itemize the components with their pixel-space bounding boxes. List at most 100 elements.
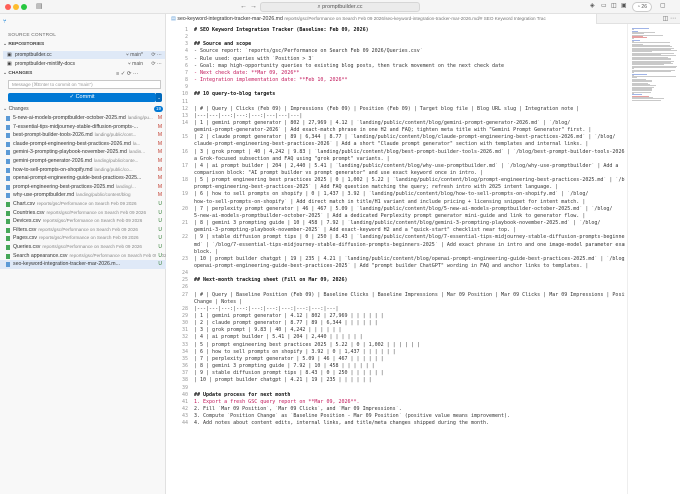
- editor-line[interactable]: 38 | 10 | prompt builder chatgpt | 4.21 |…: [167, 377, 625, 384]
- editor-line[interactable]: 11: [167, 99, 625, 106]
- editor-line[interactable]: 13 |---|---|---:|---:|---:|---|---|---|: [167, 113, 625, 120]
- file-row[interactable]: 7-essential-tips-midjourney-stable-diffu…: [0, 122, 166, 132]
- copilot-icon[interactable]: ◈: [590, 2, 595, 11]
- tab-seo-tracker[interactable]: ▤ seo-keyword-integration-tracker-mar-20…: [167, 14, 597, 24]
- editor-line[interactable]: 42 2. Fill `Mar 09 Position`, `Mar 09 Cli…: [167, 406, 625, 413]
- editor-line[interactable]: 26: [167, 284, 625, 291]
- commit-button[interactable]: ✓ Commit: [8, 93, 156, 102]
- changes-section-header[interactable]: ⌄ CHANGES: [3, 71, 32, 76]
- editor-line[interactable]: 15 | 2 | claude prompt generator | 89 | 6…: [167, 134, 625, 141]
- file-row[interactable]: gemini-3-prompting-playbook-november-202…: [0, 148, 166, 157]
- repo-row-mintlify-docs[interactable]: ▣ promptbuilder-mintlify-docs ⑂ main ⟳ ⋯: [3, 60, 165, 68]
- editor-line[interactable]: 4 - Source report: `reports/gsc/Performan…: [167, 48, 625, 55]
- file-row[interactable]: seo-keyword-integration-tracker-mar-2026…: [0, 260, 166, 269]
- editor-line[interactable]: 44 4. Add notes about content edits, inte…: [167, 420, 625, 427]
- editor-line[interactable]: Change | Notes |: [167, 299, 625, 306]
- editor-line[interactable]: gemini-prompt-generator-2026` | Add exac…: [167, 127, 625, 134]
- editor-line[interactable]: 25 ## Next-month tracking sheet (Fill on …: [167, 277, 625, 284]
- editor-content[interactable]: 1 # SEO Keyword Integration Tracker (Base…: [167, 24, 627, 494]
- editor-line[interactable]: 24: [167, 270, 625, 277]
- file-row[interactable]: Filters.csv reports/gsc/Performance on Se…: [0, 225, 166, 235]
- editor-line[interactable]: 2: [167, 34, 625, 41]
- editor-line[interactable]: claude-prompt-engineering-best-practices…: [167, 141, 625, 148]
- layout-panel-icon[interactable]: ▭: [601, 2, 607, 11]
- editor-line[interactable]: 22 | 9 | stable diffusion prompt tips | 0…: [167, 234, 625, 241]
- file-row[interactable]: openai-prompt-engineering-guide-best-pra…: [0, 174, 166, 183]
- file-row[interactable]: best-prompt-builder-tools-2026.md landing…: [0, 131, 166, 140]
- branch-label[interactable]: ⑂ main: [128, 60, 143, 68]
- breadcrumb[interactable]: reports/gsc/Performance on Search Feb 09…: [284, 16, 545, 21]
- editor-line[interactable]: block. |: [167, 249, 625, 256]
- file-row[interactable]: Countries.csv reports/gsc/Performance on …: [0, 208, 166, 218]
- editor-line[interactable]: 27 | # | Query | Baseline Position (Feb 0…: [167, 292, 625, 299]
- editor-line[interactable]: 16 | 3 | grok prompt | 40 | 4,242 | 9.83 …: [167, 149, 625, 156]
- sidebar-toggle-icon[interactable]: ▤: [36, 2, 43, 11]
- editor-line[interactable]: 6 - Goal: map high-opportunity queries to…: [167, 63, 625, 70]
- editor-line[interactable]: 28 |---|---|---:|---:|---:|---:|---:|---:…: [167, 306, 625, 313]
- editor-line[interactable]: gemini-3-prompting-playbook-november-202…: [167, 227, 625, 234]
- editor-line[interactable]: 9: [167, 84, 625, 91]
- editor-line[interactable]: a Grok-focused subsection and FAQ using …: [167, 156, 625, 163]
- file-row[interactable]: Devices.csv reports/gsc/Performance on Se…: [0, 217, 166, 226]
- file-row[interactable]: gemini-prompt-generator-2026.md landing/p…: [0, 156, 166, 166]
- editor-line[interactable]: 5 - Rule used: queries with `Position > 3…: [167, 56, 625, 63]
- file-row[interactable]: Queries.csv reports/gsc/Performance on Se…: [0, 242, 166, 252]
- sync-icon[interactable]: ⟳ ⋯: [151, 51, 162, 59]
- editor-line[interactable]: 31 | 3 | grok prompt | 9.83 | 40 | 4,242 …: [167, 327, 625, 334]
- editor-line[interactable]: 30 | 2 | claude prompt generator | 8.77 |…: [167, 320, 625, 327]
- sync-icon[interactable]: ⟳ ⋯: [151, 60, 162, 68]
- forward-arrow-icon[interactable]: →: [250, 2, 257, 11]
- editor-line[interactable]: 36 | 8 | gemini 3 prompting guide | 7.92 …: [167, 363, 625, 370]
- editor-line[interactable]: 20 | 7 | perplexity prompt generator | 46…: [167, 206, 625, 213]
- minimize-window-button[interactable]: [13, 4, 19, 10]
- close-window-button[interactable]: [5, 4, 11, 10]
- changes-group-header[interactable]: ⌄ Changes 19: [3, 106, 163, 112]
- editor-line[interactable]: 17 | 4 | ai prompt builder | 204 | 2,440 …: [167, 163, 625, 170]
- editor-line[interactable]: 10 ## 10 query-to-blog targets: [167, 91, 625, 98]
- maximize-window-button[interactable]: [21, 4, 27, 10]
- file-row[interactable]: claude-prompt-engineering-best-practices…: [0, 139, 166, 149]
- file-row[interactable]: prompt-engineering-best-practices-2025.m…: [0, 182, 166, 192]
- editor-actions-icons[interactable]: ◫ ⋯: [663, 15, 676, 23]
- editor-line[interactable]: 18 | 5 | prompt engineering best practice…: [167, 177, 625, 184]
- notifications-badge[interactable]: ◔ 26: [632, 2, 652, 12]
- editor-line[interactable]: 3 ## Source and scope: [167, 41, 625, 48]
- editor-line[interactable]: 41 1. Export a fresh GSC query report on …: [167, 399, 625, 406]
- editor-line[interactable]: 35 | 7 | perplexity prompt generator | 5.…: [167, 356, 625, 363]
- layout-custom-icon[interactable]: ▣: [621, 2, 627, 11]
- editor-line[interactable]: 43 3. Compute `Position Change` as `Basel…: [167, 413, 625, 420]
- minimap[interactable]: [627, 24, 680, 494]
- editor-line[interactable]: md` | `/blog/7-essential-tips-midjourney…: [167, 242, 625, 249]
- editor-line[interactable]: comparison block: "AI prompt builder vs …: [167, 170, 625, 177]
- editor-line[interactable]: 33 | 5 | prompt engineering best practice…: [167, 342, 625, 349]
- layout-split-icon[interactable]: ◫: [611, 2, 617, 11]
- editor-line[interactable]: 32 | 4 | ai prompt builder | 5.41 | 204 |…: [167, 334, 625, 341]
- editor-line[interactable]: 40 ## Update process for next month: [167, 392, 625, 399]
- editor-line[interactable]: openai-prompt-engineering-guide-best-pra…: [167, 263, 625, 270]
- file-row[interactable]: Pages.csv reports/gsc/Performance on Sear…: [0, 234, 166, 243]
- editor-line[interactable]: prompt-engineering-best-practices-2025` …: [167, 184, 625, 191]
- changes-toolbar-icons[interactable]: ≡ ✓ ⟳ ⋯: [116, 71, 139, 77]
- editor-line[interactable]: 14 | 1 | gemini prompt generator | 802 | …: [167, 120, 625, 127]
- editor-line[interactable]: 37 | 9 | stable diffusion prompt tips | 8…: [167, 370, 625, 377]
- editor-line[interactable]: 23 | 10 | prompt builder chatgpt | 19 | 2…: [167, 256, 625, 263]
- command-center-search[interactable]: ⌕ promptbuilder.cc: [260, 2, 420, 12]
- repositories-header[interactable]: ⌄ REPOSITORIES: [3, 42, 44, 47]
- file-row[interactable]: Search appearance.csv reports/gsc/Perform…: [0, 251, 166, 261]
- file-row[interactable]: 5-new-ai-models-promptbuilder-october-20…: [0, 114, 166, 123]
- editor-line[interactable]: 7 - Next check date: **Mar 09, 2026**: [167, 70, 625, 77]
- commit-message-input[interactable]: Message (⌘Enter to commit on "main"): [8, 80, 161, 89]
- file-row[interactable]: why-use-promptbuilder.md landing/public/c…: [0, 191, 166, 200]
- editor-line[interactable]: 5-new-ai-models-promptbuilder-october-20…: [167, 213, 625, 220]
- file-row[interactable]: how-to-sell-prompts-on-shopify.md landing…: [0, 165, 166, 175]
- editor-line[interactable]: 21 | 8 | gemini 3 prompting guide | 10 | …: [167, 220, 625, 227]
- file-row[interactable]: Chart.csv reports/gsc/Performance on Sear…: [0, 199, 166, 209]
- editor-line[interactable]: 12 | # | Query | Clicks (Feb 09) | Impres…: [167, 106, 625, 113]
- editor-line[interactable]: 8 - Integration implementation date: **Fe…: [167, 77, 625, 84]
- commit-dropdown-chevron-icon[interactable]: ⌄: [156, 93, 162, 102]
- editor-line[interactable]: 29 | 1 | gemini prompt generator | 4.12 |…: [167, 313, 625, 320]
- source-control-activity-icon[interactable]: ⑂: [3, 19, 7, 25]
- accounts-icon[interactable]: ▢: [660, 2, 666, 11]
- editor-line[interactable]: how-to-sell-prompts-on-shopify` | Add di…: [167, 199, 625, 206]
- editor-line[interactable]: 39: [167, 385, 625, 392]
